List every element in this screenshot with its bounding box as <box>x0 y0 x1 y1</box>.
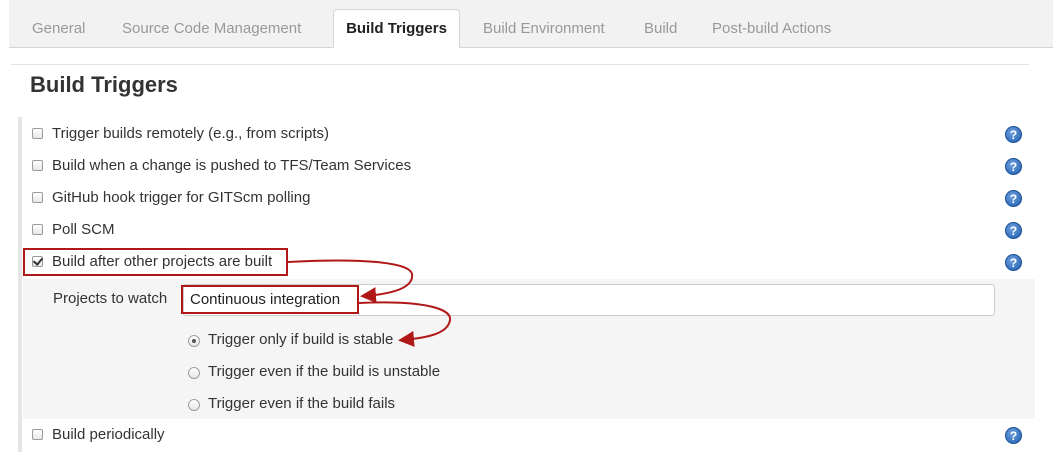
arrow-projects-to-stable <box>358 301 452 347</box>
arrow-build-after-to-projects <box>287 259 414 304</box>
annotation-arrows <box>287 259 452 347</box>
